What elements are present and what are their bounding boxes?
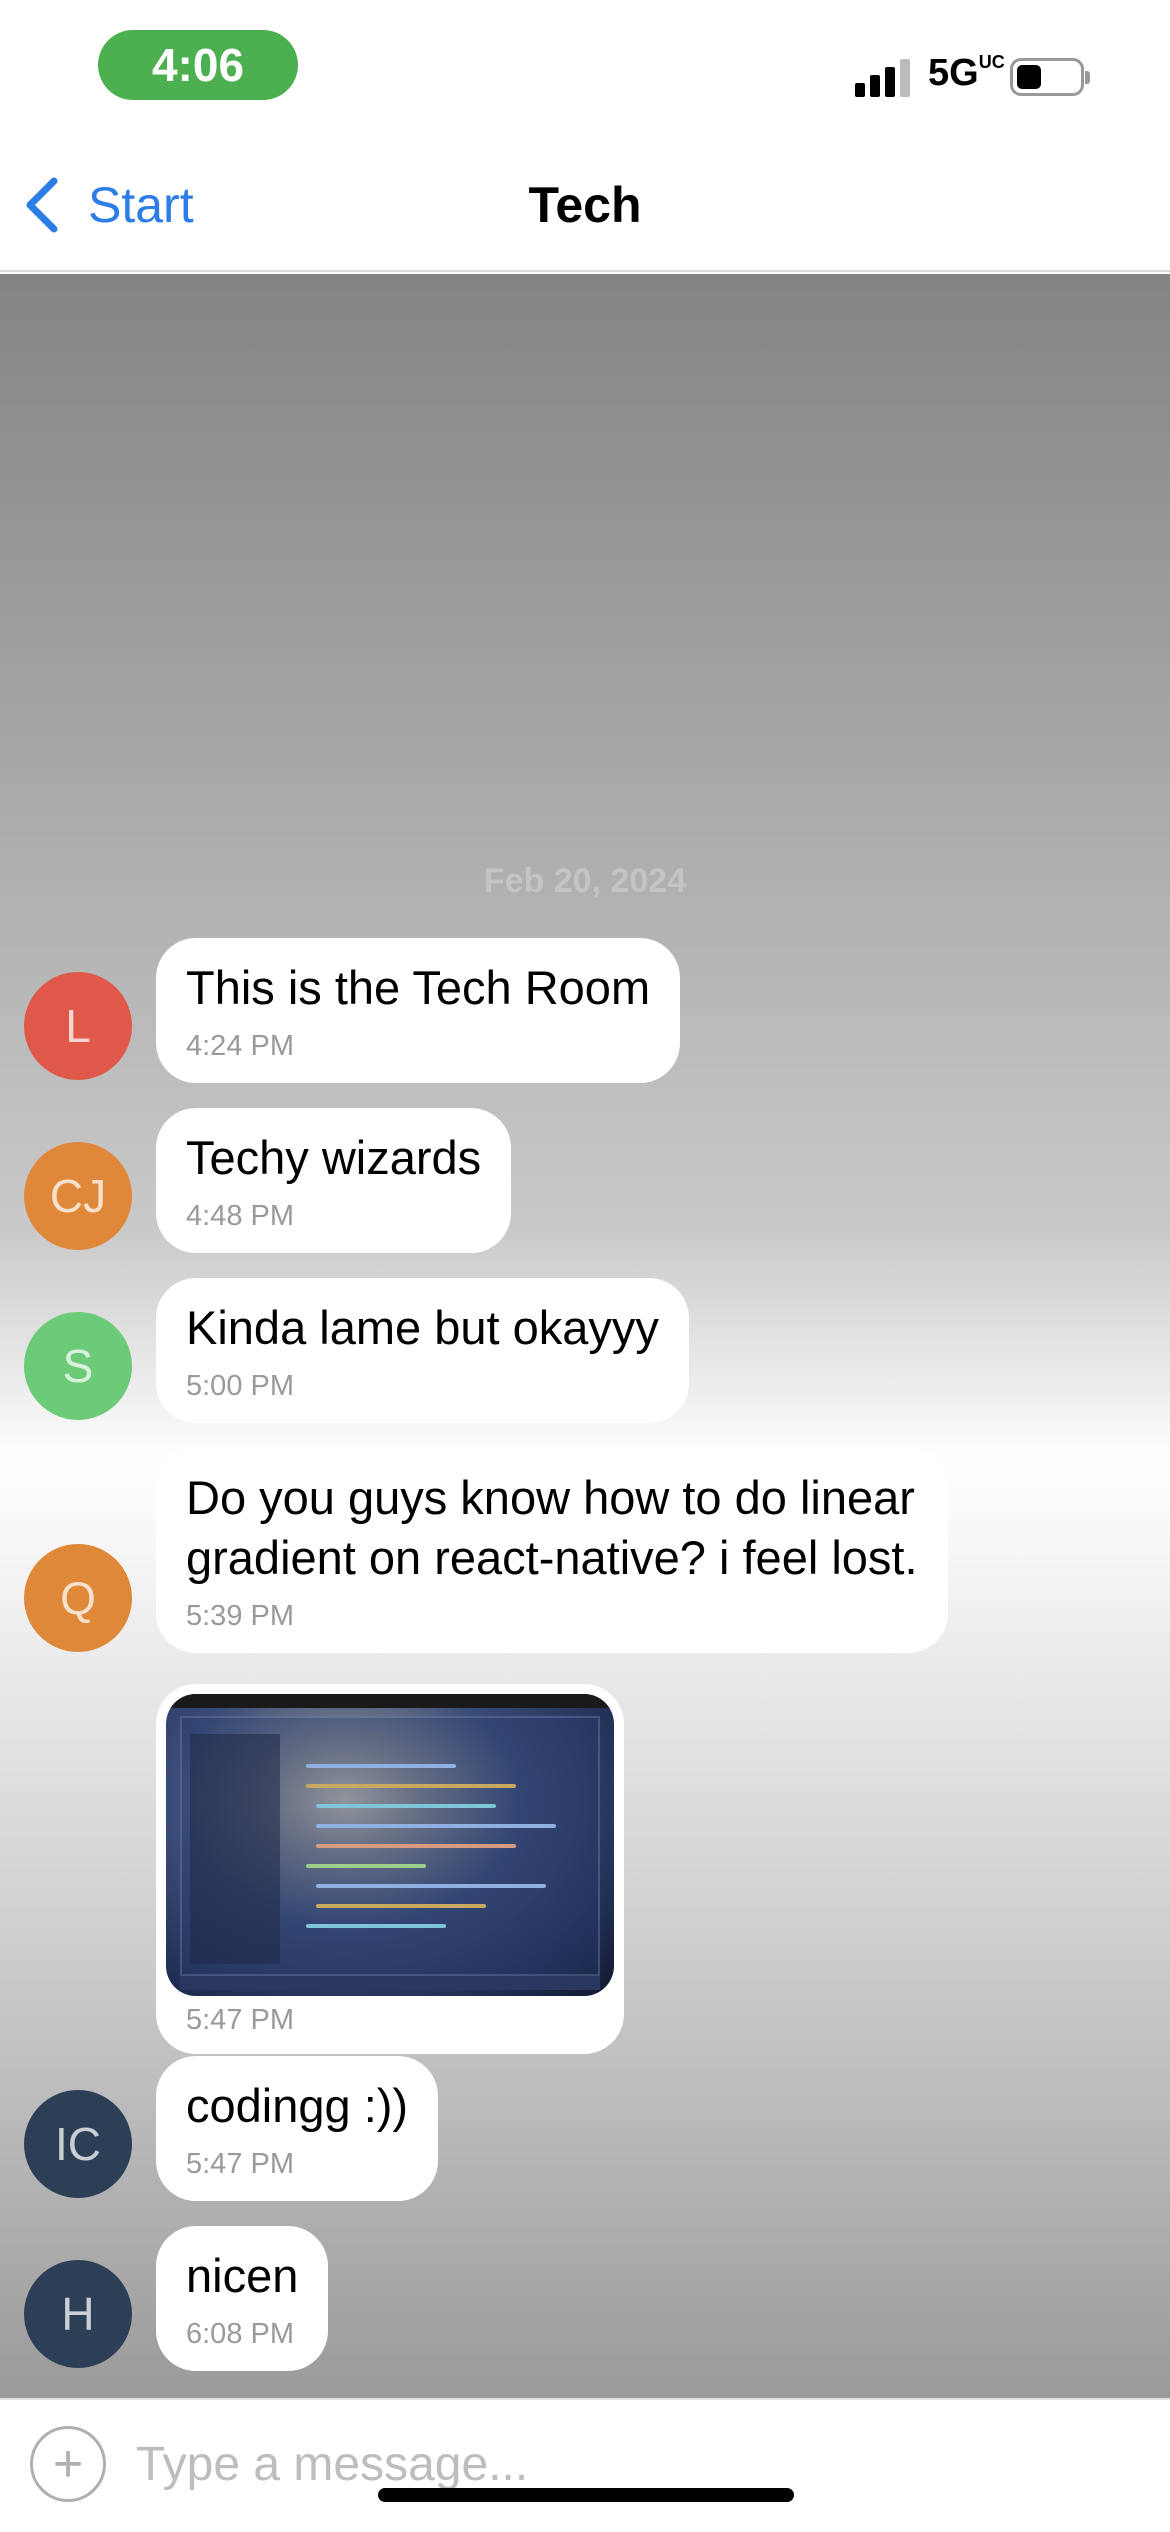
message-time: 4:24 PM (186, 1030, 294, 1062)
message-text: Kinda lame but okayyy (186, 1301, 659, 1354)
message-bubble[interactable]: codingg :)) 5:47 PM (156, 2056, 439, 2201)
date-separator: Feb 20, 2024 (483, 862, 687, 900)
avatar[interactable]: L (24, 972, 132, 1080)
chevron-left-icon (26, 177, 58, 233)
avatar[interactable]: IC (24, 2090, 132, 2198)
add-attachment-button[interactable]: + (30, 2426, 106, 2502)
image-message-bubble[interactable]: 5:47 PM (156, 1684, 624, 2054)
home-indicator[interactable] (378, 2488, 794, 2502)
message-bubble[interactable]: nicen 6:08 PM (156, 2226, 329, 2371)
message-time: 4:48 PM (186, 1200, 294, 1232)
message-text: Techy wizards (186, 1131, 482, 1184)
chat-screen: 4:06 5GUC Tech Start Feb 20, 2024 L This (0, 0, 1170, 2532)
back-button[interactable]: Start (22, 170, 194, 240)
network-type: 5GUC (928, 52, 1005, 94)
message-time: 5:47 PM (186, 2148, 294, 2180)
message-time: 5:39 PM (186, 1600, 294, 1632)
message-composer: + (0, 2398, 1170, 2532)
plus-icon: + (52, 2435, 84, 2493)
cellular-signal-icon (855, 57, 915, 97)
message-text: nicen (186, 2249, 299, 2302)
message-time: 5:00 PM (186, 1370, 294, 1402)
message-bubble[interactable]: Kinda lame but okayyy 5:00 PM (156, 1278, 689, 1423)
message-time: 5:47 PM (186, 2004, 294, 2036)
message-list[interactable]: Feb 20, 2024 L This is the Tech Room 4:2… (0, 274, 1170, 2398)
status-bar: 4:06 5GUC (0, 0, 1170, 140)
message-time: 6:08 PM (186, 2318, 294, 2350)
avatar[interactable]: CJ (24, 1142, 132, 1250)
navigation-bar: Tech Start (0, 140, 1170, 272)
battery-icon (1010, 58, 1090, 96)
message-bubble[interactable]: Techy wizards 4:48 PM (156, 1108, 512, 1253)
message-text-line: Do you guys know how to do linear (186, 1471, 915, 1524)
message-text-line: gradient on react-native? i feel lost. (186, 1531, 918, 1584)
message-text: codingg :)) (186, 2079, 409, 2132)
status-time: 4:06 (98, 30, 298, 100)
message-image[interactable] (166, 1694, 614, 1996)
avatar[interactable]: H (24, 2260, 132, 2368)
avatar[interactable]: S (24, 1312, 132, 1420)
back-label: Start (88, 177, 194, 233)
message-bubble[interactable]: This is the Tech Room 4:24 PM (156, 938, 681, 1083)
message-bubble[interactable]: Do you guys know how to do linear gradie… (156, 1448, 948, 1653)
avatar[interactable]: Q (24, 1544, 132, 1652)
message-text: This is the Tech Room (186, 961, 651, 1014)
